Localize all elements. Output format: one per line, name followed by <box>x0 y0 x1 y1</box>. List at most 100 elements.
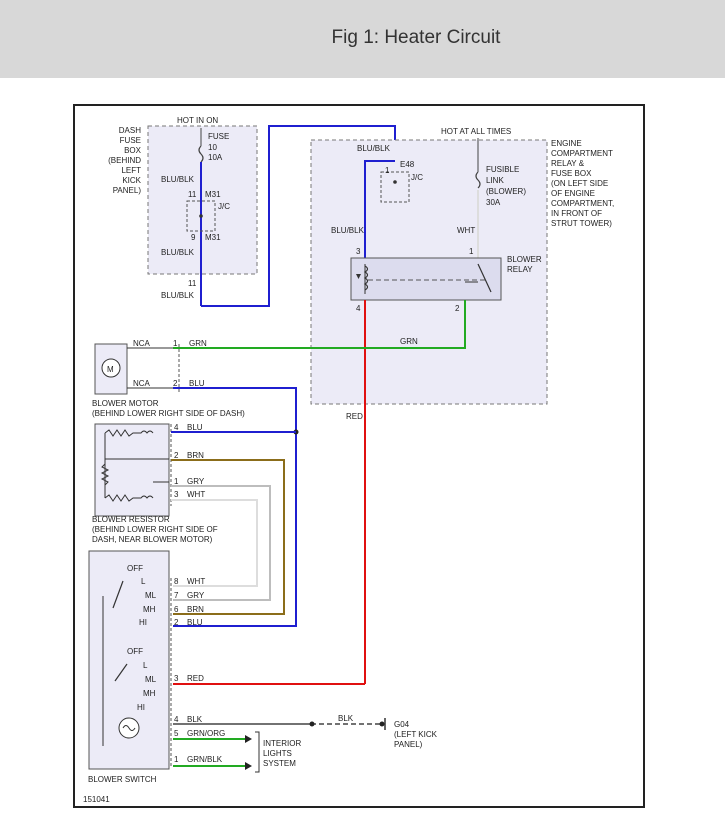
svg-text:COMPARTMENT,: COMPARTMENT, <box>551 199 614 208</box>
m31-label-top: M31 <box>205 190 221 199</box>
switch-pin-2: 2 <box>174 618 179 627</box>
relay-pin-4: 4 <box>356 304 361 313</box>
e48-jc-label: J/C <box>411 173 423 182</box>
pin-11-bottom: 11 <box>188 279 197 288</box>
wire-label-blu-blk-2: BLU/BLK <box>161 248 195 257</box>
ground-wire-label: BLK <box>338 714 354 723</box>
svg-text:COMPARTMENT: COMPARTMENT <box>551 149 613 158</box>
svg-text:ML: ML <box>145 675 157 684</box>
svg-text:OFF: OFF <box>127 564 143 573</box>
e48-pin-1: 1 <box>385 166 390 175</box>
relay-pin-3: 3 <box>356 247 361 256</box>
blower-resistor-box <box>94 423 170 517</box>
svg-text:ML: ML <box>145 591 157 600</box>
wire-label-blu-blk-1: BLU/BLK <box>161 175 195 184</box>
resistor-pin-4: 4 <box>174 423 179 432</box>
resistor-wire-4: BLU <box>187 423 203 432</box>
arrow-grn-org-icon <box>245 735 252 743</box>
relay-pin-2: 2 <box>455 304 460 313</box>
svg-text:FUSIBLE: FUSIBLE <box>486 165 519 174</box>
switch-pin-1: 1 <box>174 755 179 764</box>
switch-wire-4: BLK <box>187 715 203 724</box>
arrow-grn-blk-icon <box>245 762 252 770</box>
svg-text:RELAY &: RELAY & <box>551 159 585 168</box>
blower-resistor-label-2: (BEHIND LOWER RIGHT SIDE OF <box>92 525 218 534</box>
svg-text:DASH: DASH <box>119 126 141 135</box>
resistor-wire-2: BRN <box>187 451 204 460</box>
hot-in-on-label: HOT IN ON <box>177 116 218 125</box>
ground-desc-2: PANEL) <box>394 740 423 749</box>
jc-label: J/C <box>218 202 230 211</box>
relay-pin-1: 1 <box>469 247 474 256</box>
svg-text:10: 10 <box>208 143 217 152</box>
svg-text:30A: 30A <box>486 198 501 207</box>
svg-text:KICK: KICK <box>122 176 141 185</box>
blower-resistor-label-3: DASH, NEAR BLOWER MOTOR) <box>92 535 213 544</box>
switch-pin-6: 6 <box>174 605 179 614</box>
wire-label-blu-blk-relay: BLU/BLK <box>331 226 365 235</box>
e48-label: E48 <box>400 160 415 169</box>
svg-text:HI: HI <box>137 703 145 712</box>
wire-label-grn-mid: GRN <box>400 337 418 346</box>
switch-pin-8: 8 <box>174 577 179 586</box>
svg-text:FUSE BOX: FUSE BOX <box>551 169 592 178</box>
blower-resistor-label-1: BLOWER RESISTOR <box>92 515 170 524</box>
switch-pin-4: 4 <box>174 715 179 724</box>
interior-lights-label-3: SYSTEM <box>263 759 296 768</box>
svg-text:OFF: OFF <box>127 647 143 656</box>
interior-lights-label-1: INTERIOR <box>263 739 301 748</box>
svg-text:ENGINE: ENGINE <box>551 139 582 148</box>
motor-pin-2: 2 <box>173 379 178 388</box>
motor-pin-1: 1 <box>173 339 178 348</box>
figure-id: 151041 <box>83 795 110 804</box>
switch-wire-6: BRN <box>187 605 204 614</box>
switch-pin-3: 3 <box>174 674 179 683</box>
svg-text:MH: MH <box>143 605 156 614</box>
svg-text:MH: MH <box>143 689 156 698</box>
hot-at-all-times-label: HOT AT ALL TIMES <box>441 127 511 136</box>
resistor-pin-3: 3 <box>174 490 179 499</box>
svg-text:L: L <box>143 661 148 670</box>
jc-junction-dot <box>199 214 203 218</box>
resistor-pin-1: 1 <box>174 477 179 486</box>
switch-wire-7: GRY <box>187 591 205 600</box>
switch-wire-8: WHT <box>187 577 205 586</box>
svg-text:(BEHIND: (BEHIND <box>108 156 141 165</box>
svg-text:(ON LEFT SIDE: (ON LEFT SIDE <box>551 179 608 188</box>
svg-text:LINK: LINK <box>486 176 504 185</box>
switch-pin-5: 5 <box>174 729 179 738</box>
relay-label-line2: RELAY <box>507 265 533 274</box>
ground-desc-1: (LEFT KICK <box>394 730 438 739</box>
switch-wire-3: RED <box>187 674 204 683</box>
fuse-box-label: DASH FUSE BOX (BEHIND LEFT KICK PANEL) <box>108 126 142 195</box>
interior-lights-label-2: LIGHTS <box>263 749 292 758</box>
svg-text:PANEL): PANEL) <box>113 186 142 195</box>
m31-pin-11: 11 <box>188 190 197 199</box>
blk-splice-dot-2 <box>379 721 385 727</box>
svg-text:10A: 10A <box>208 153 223 162</box>
switch-wire-5: GRN/ORG <box>187 729 225 738</box>
motor-symbol: M <box>107 365 114 374</box>
blk-splice-dot-1 <box>309 721 315 727</box>
svg-text:STRUT TOWER): STRUT TOWER) <box>551 219 612 228</box>
svg-text:BOX: BOX <box>124 146 142 155</box>
svg-text:L: L <box>141 577 146 586</box>
m31-pin-9: 9 <box>191 233 196 242</box>
ground-code: G04 <box>394 720 410 729</box>
resistor-pin-2: 2 <box>174 451 179 460</box>
m31-label-bottom: M31 <box>205 233 221 242</box>
interior-lights-bracket <box>255 731 260 773</box>
wire-label-wht: WHT <box>457 226 475 235</box>
svg-text:(BLOWER): (BLOWER) <box>486 187 526 196</box>
switch-wire-1: GRN/BLK <box>187 755 223 764</box>
wire-label-blu-blk-top: BLU/BLK <box>357 144 391 153</box>
svg-text:OF ENGINE: OF ENGINE <box>551 189 595 198</box>
switch-wire-2: BLU <box>187 618 203 627</box>
svg-text:LEFT: LEFT <box>121 166 141 175</box>
wiring-diagram: DASH FUSE BOX (BEHIND LEFT KICK PANEL) H… <box>73 104 645 808</box>
resistor-wire-3: WHT <box>187 490 205 499</box>
blower-motor-label-2: (BEHIND LOWER RIGHT SIDE OF DASH) <box>92 409 245 418</box>
wire-label-red: RED <box>346 412 363 421</box>
e48-junction-dot <box>393 180 397 184</box>
nca-1: NCA <box>133 339 151 348</box>
